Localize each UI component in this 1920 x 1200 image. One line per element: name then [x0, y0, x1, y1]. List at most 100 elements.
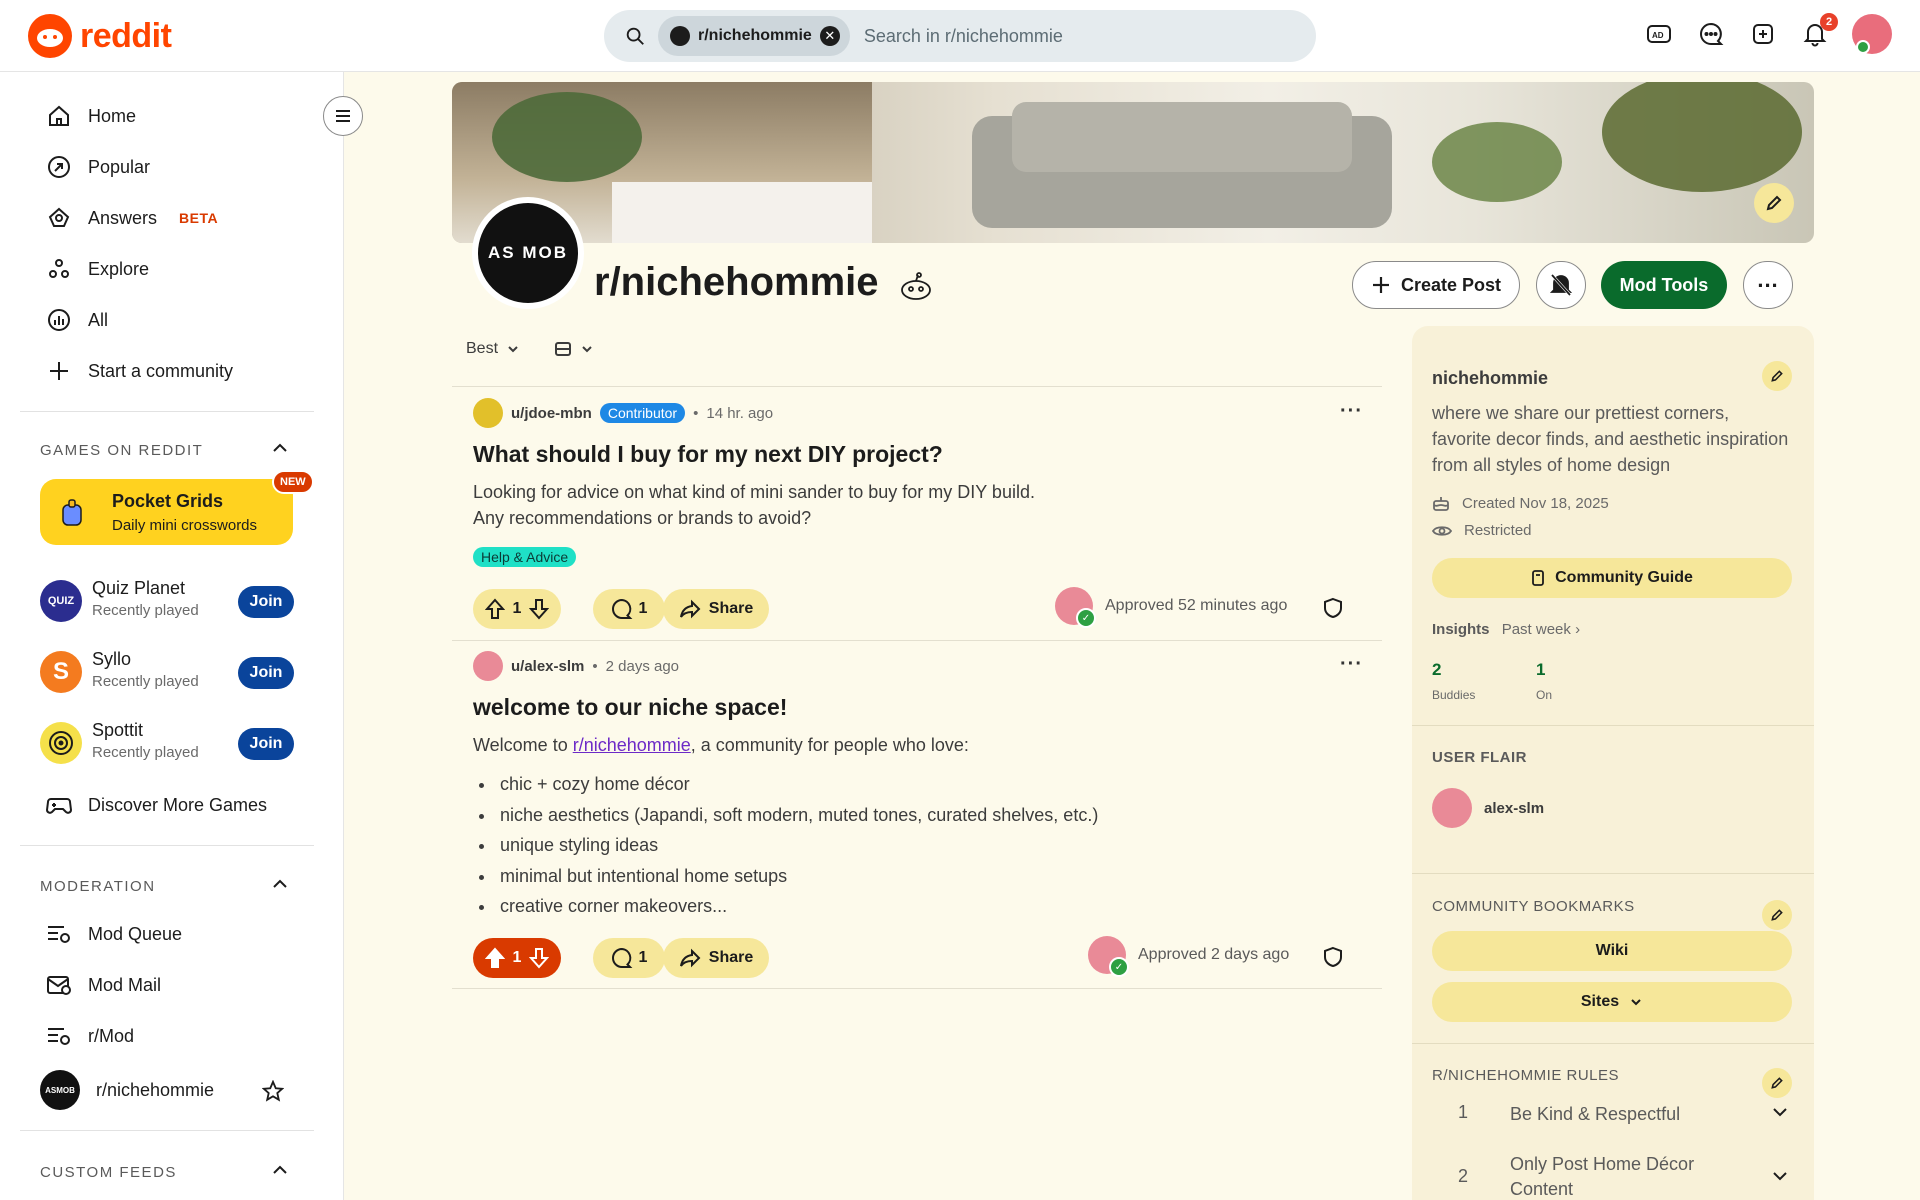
search-input[interactable]	[863, 25, 1184, 47]
discover-more-games[interactable]: Discover More Games	[46, 792, 267, 818]
community-guide-button[interactable]: Community Guide	[1432, 558, 1792, 598]
post-meta: u/alex-slm • 2 days ago	[473, 651, 679, 681]
sort-label: Best	[466, 340, 499, 357]
home-icon	[46, 103, 72, 129]
community-link[interactable]: r/nichehommie	[573, 735, 691, 755]
nav-start-community-label: Start a community	[88, 360, 234, 381]
notification-badge: 2	[1820, 13, 1838, 31]
notifications-icon[interactable]: 2	[1800, 13, 1838, 49]
downvote-icon[interactable]	[529, 947, 550, 969]
downvote-icon[interactable]	[529, 598, 550, 620]
collapse-sidebar-button[interactable]	[323, 96, 363, 136]
post-author[interactable]: u/alex-slm	[511, 658, 584, 675]
search-community-chip[interactable]: r/nichehommie ✕	[658, 16, 850, 56]
pocket-grids-card[interactable]: Pocket Grids Daily mini crosswords NEW	[40, 470, 314, 545]
post-title[interactable]: welcome to our niche space!	[473, 694, 787, 721]
chevron-down-icon	[1773, 1172, 1787, 1181]
nav-answers[interactable]: Answers BETA	[46, 205, 218, 231]
discover-more-games-label: Discover More Games	[88, 794, 268, 815]
vote-count: 1	[512, 949, 522, 966]
stat-value: 2	[1432, 660, 1442, 679]
join-button[interactable]: Join	[238, 586, 294, 618]
comments-button[interactable]: 1	[593, 589, 665, 629]
wiki-bookmark-button[interactable]: Wiki	[1432, 931, 1792, 971]
author-avatar[interactable]	[473, 398, 503, 428]
game-syllo[interactable]: S Syllo Recently played Join	[40, 647, 296, 697]
more-options-button[interactable]: ...	[1743, 261, 1793, 309]
view-dropdown[interactable]	[554, 340, 594, 358]
create-post-button[interactable]: Create Post	[1352, 261, 1520, 309]
advertise-icon[interactable]: AD	[1644, 19, 1674, 49]
vote-controls: 1	[473, 938, 561, 978]
sites-bookmark-button[interactable]: Sites	[1432, 982, 1792, 1022]
approval-status: Approved 52 minutes ago	[1055, 587, 1287, 628]
popular-icon	[46, 154, 72, 180]
plus-icon	[46, 358, 72, 384]
create-post-icon[interactable]	[1748, 19, 1778, 49]
feed-divider	[452, 386, 1382, 387]
nav-popular[interactable]: Popular	[46, 154, 150, 180]
insights-row[interactable]: Insights Past week ›	[1432, 621, 1580, 638]
post-title[interactable]: What should I buy for my next DIY projec…	[473, 441, 943, 468]
author-avatar[interactable]	[473, 651, 503, 681]
feed-divider	[452, 988, 1382, 989]
sites-label: Sites	[1580, 993, 1620, 1010]
nav-start-community[interactable]: Start a community	[46, 358, 233, 384]
mod-tools-button[interactable]: Mod Tools	[1601, 261, 1727, 309]
game-quiz-planet[interactable]: QUIZ Quiz Planet Recently played Join	[40, 576, 296, 626]
rule-item[interactable]: 2 Only Post Home Décor Content	[1432, 1152, 1792, 1200]
post-flair[interactable]: Help & Advice	[473, 547, 577, 567]
reddit-logo[interactable]: reddit	[28, 14, 172, 58]
rule-item[interactable]: 1 Be Kind & Respectful	[1432, 1102, 1792, 1132]
nav-r-mod[interactable]: r/Mod	[46, 1023, 134, 1049]
search-bar[interactable]: r/nichehommie ✕	[604, 10, 1316, 62]
join-button[interactable]: Join	[238, 728, 294, 760]
nav-all-label: All	[88, 309, 109, 330]
star-icon[interactable]	[262, 1080, 284, 1102]
new-badge: NEW	[272, 470, 314, 494]
nav-mod-queue[interactable]: Mod Queue	[46, 921, 182, 947]
sort-dropdown[interactable]: Best	[466, 340, 520, 358]
nav-explore[interactable]: Explore	[46, 256, 149, 282]
upvote-icon[interactable]	[484, 598, 505, 620]
shield-icon[interactable]	[1322, 946, 1344, 968]
chevron-up-icon[interactable]	[270, 1160, 290, 1180]
edit-bookmarks-button[interactable]	[1762, 900, 1792, 930]
user-flair-name[interactable]: alex-slm	[1484, 800, 1544, 817]
share-label: Share	[708, 949, 754, 966]
upvote-icon[interactable]	[484, 947, 505, 969]
community-avatar: ASMOB	[40, 1070, 80, 1110]
share-button[interactable]: Share	[663, 589, 769, 629]
panel-divider	[1412, 725, 1814, 726]
chat-icon[interactable]	[1696, 19, 1726, 49]
about-community-name: nichehommie	[1432, 368, 1549, 388]
post-more-icon[interactable]: ···	[1340, 653, 1362, 675]
edit-about-button[interactable]	[1762, 361, 1792, 391]
post-author[interactable]: u/jdoe-mbn	[511, 405, 592, 422]
separator-dot: •	[693, 404, 699, 422]
nav-all[interactable]: All	[46, 307, 108, 333]
sidebar-divider	[20, 1130, 314, 1131]
rule-text: Only Post Home Décor Content	[1510, 1154, 1695, 1199]
close-icon[interactable]: ✕	[819, 26, 840, 46]
community-avatar-large[interactable]: AS MOB	[472, 197, 584, 309]
user-avatar[interactable]	[1852, 14, 1892, 54]
nav-mod-mail[interactable]: Mod Mail	[46, 972, 161, 998]
pocket-grids-icon	[62, 499, 82, 526]
menu-icon	[336, 110, 350, 122]
notifications-off-button[interactable]	[1536, 261, 1586, 309]
edit-banner-button[interactable]	[1754, 183, 1794, 223]
share-button[interactable]: Share	[663, 938, 769, 978]
nav-community-nichehommie[interactable]: ASMOB r/nichehommie	[40, 1070, 214, 1110]
chevron-up-icon[interactable]	[270, 874, 290, 894]
post-more-icon[interactable]: ···	[1340, 400, 1362, 422]
shield-icon[interactable]	[1322, 597, 1344, 619]
comments-button[interactable]: 1	[593, 938, 665, 978]
game-spottit[interactable]: Spottit Recently played Join	[40, 718, 296, 768]
edit-rules-button[interactable]	[1762, 1068, 1792, 1098]
join-button[interactable]: Join	[238, 657, 294, 689]
chevron-up-icon[interactable]	[270, 438, 290, 458]
comment-icon	[611, 598, 632, 619]
nav-home[interactable]: Home	[46, 103, 136, 129]
cake-icon	[1433, 497, 1449, 511]
